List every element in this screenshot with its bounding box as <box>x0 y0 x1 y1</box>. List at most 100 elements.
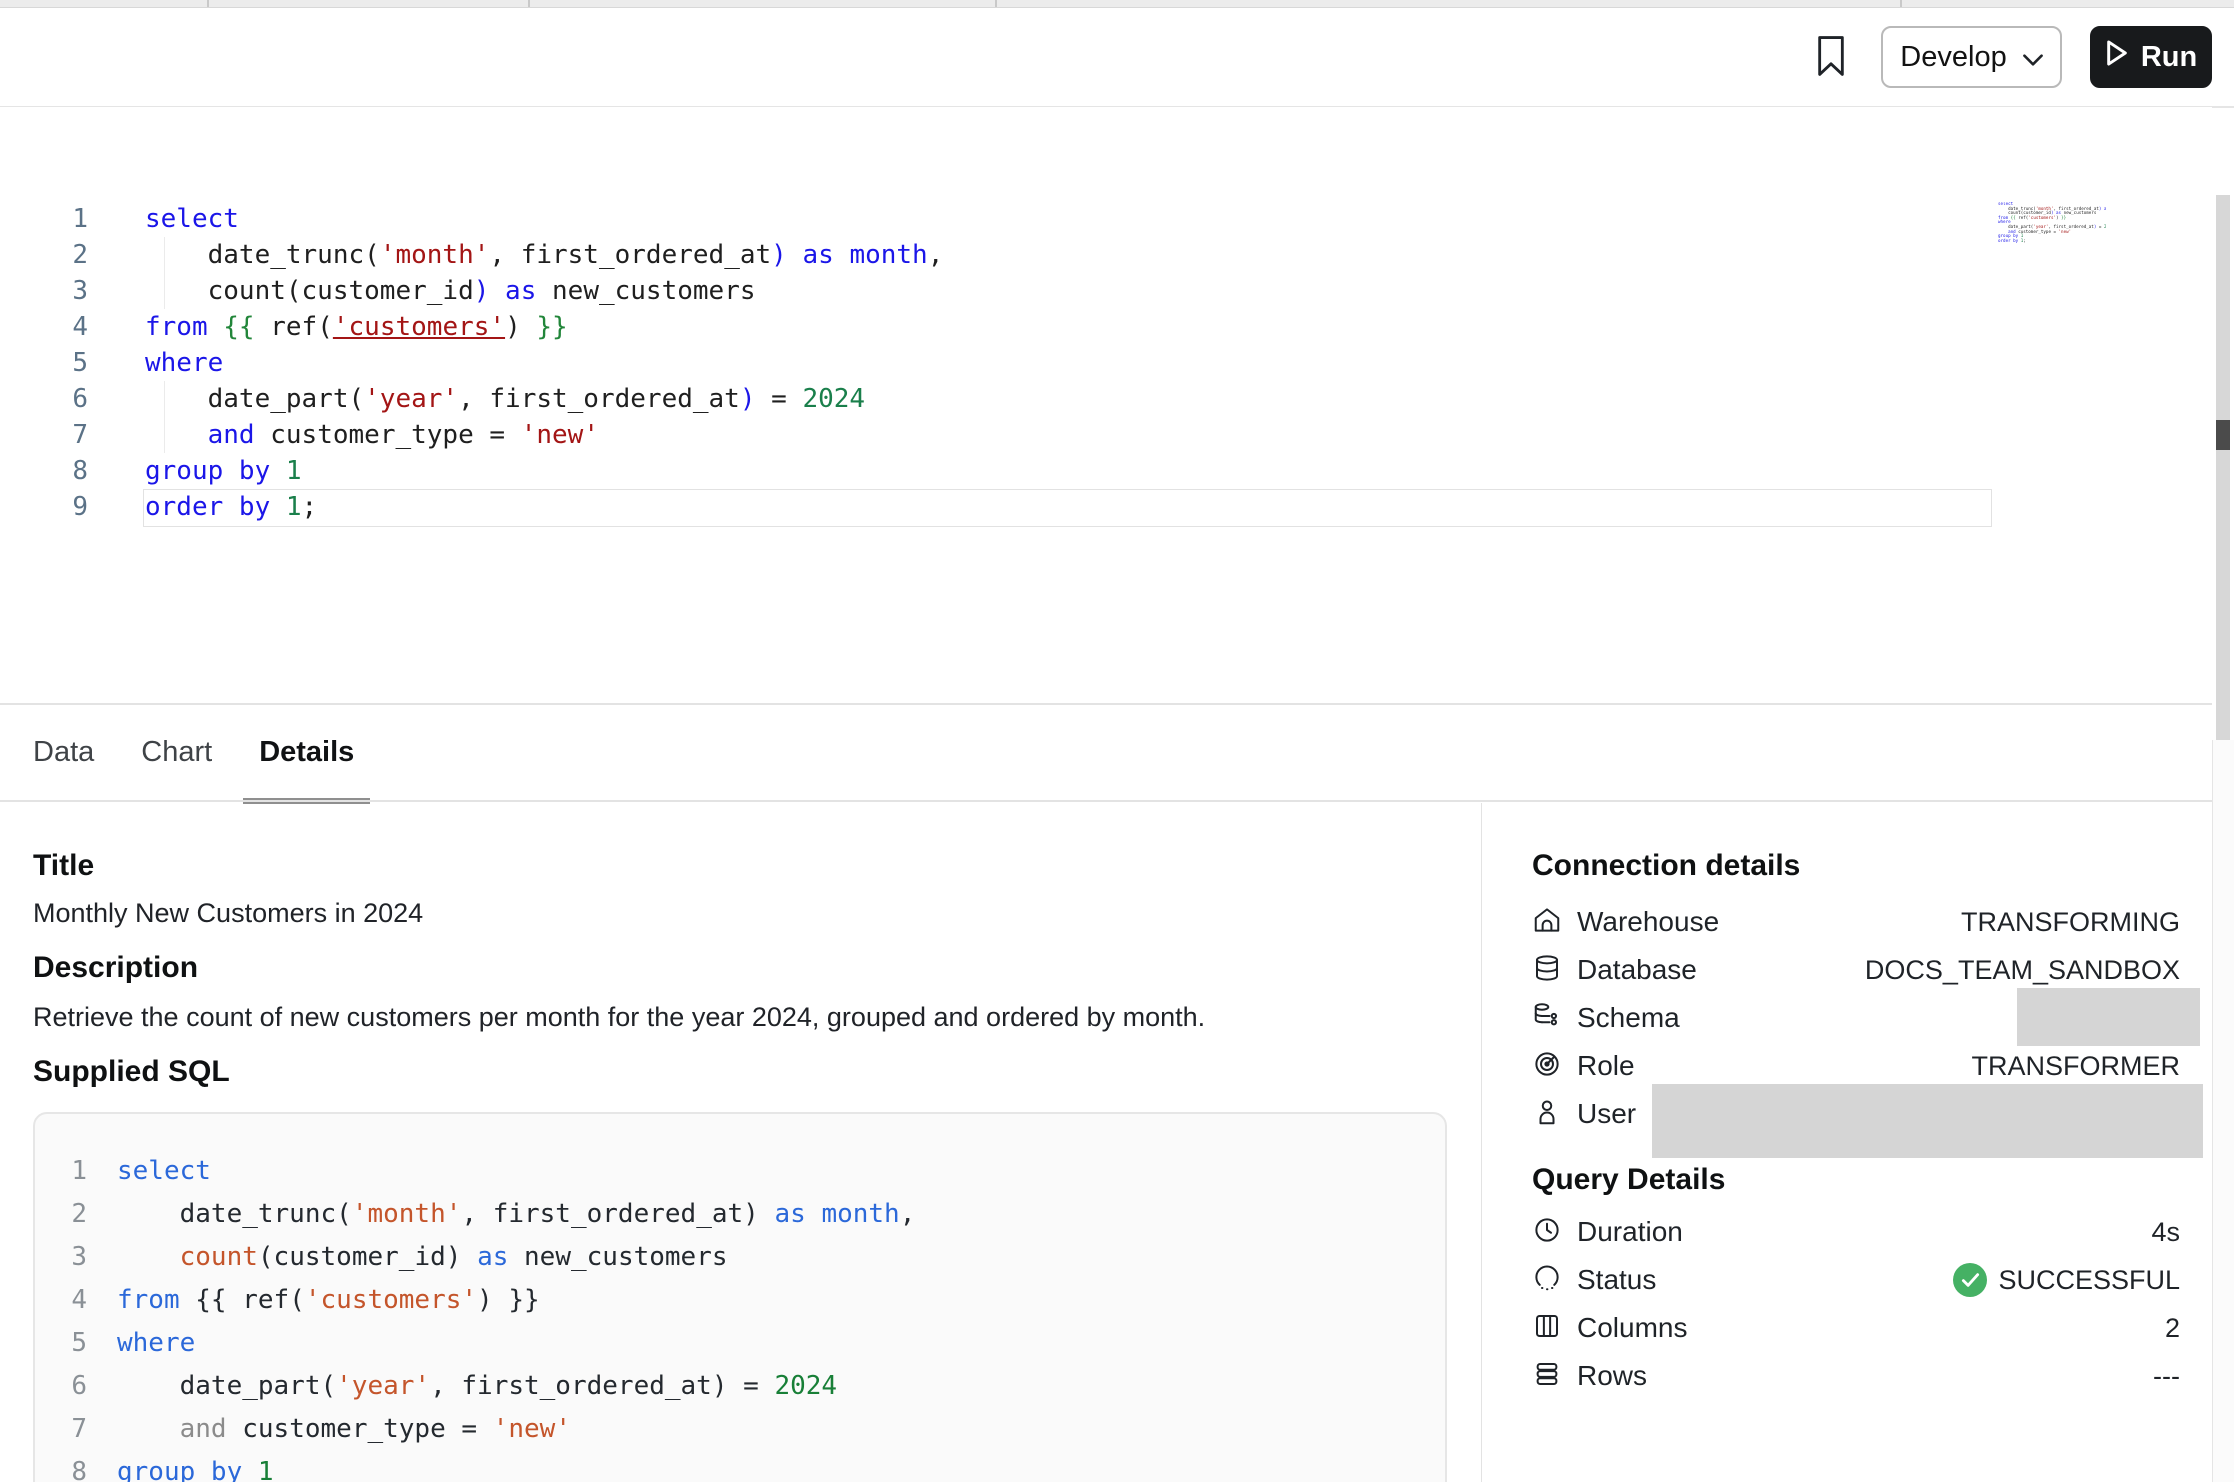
code-line: 1select <box>0 201 2100 237</box>
code-line: 6 date_part('year', first_ordered_at) = … <box>0 381 2100 417</box>
scrollbar-thumb[interactable] <box>2216 420 2230 450</box>
duration-label: Duration <box>1577 1216 1683 1248</box>
code-line: 6 date_part('year', first_ordered_at) = … <box>35 1365 1445 1408</box>
warehouse-row: WarehouseTRANSFORMING <box>1532 898 2180 946</box>
user-redacted-value <box>1652 1084 2203 1158</box>
code-text: from {{ ref('customers') }} <box>145 309 568 345</box>
code-line: 8group by 1 <box>0 453 2100 489</box>
rows-row: Rows --- <box>1532 1352 2180 1400</box>
line-number: 2 <box>35 1193 87 1236</box>
line-number: 8 <box>35 1451 87 1482</box>
code-line: 4from {{ ref('customers') }} <box>35 1279 1445 1322</box>
line-number: 7 <box>35 1408 87 1451</box>
editor-code: 1select2 date_trunc('month', first_order… <box>0 201 2100 525</box>
code-line: 2 date_trunc('month', first_ordered_at) … <box>35 1193 1445 1236</box>
columns-value: 2 <box>2165 1313 2180 1344</box>
columns-label: Columns <box>1577 1312 1687 1344</box>
develop-button[interactable]: Develop <box>1881 26 2062 88</box>
header-bar: Develop Run <box>0 8 2234 108</box>
warehouse-icon <box>1532 905 1562 940</box>
code-line: 2 date_trunc('month', first_ordered_at) … <box>0 237 2100 273</box>
bookmark-button[interactable] <box>1809 29 1853 85</box>
editor-minimap[interactable]: 1select2 date_trunc('month', first_order… <box>1998 202 2106 248</box>
status-row: Status SUCCESSFUL <box>1532 1256 2180 1304</box>
title-heading: Title <box>33 846 94 886</box>
line-number: 5 <box>0 345 88 381</box>
results-tabs: Data Chart Details <box>33 705 354 800</box>
tab-chart[interactable]: Chart <box>141 705 212 800</box>
database-label: Database <box>1577 954 1697 986</box>
sql-editor[interactable]: 1select2 date_trunc('month', first_order… <box>0 107 2212 703</box>
code-text: where <box>117 1322 195 1365</box>
connection-details-heading: Connection details <box>1532 846 1800 886</box>
line-number: 5 <box>35 1322 87 1365</box>
line-number: 9 <box>0 489 88 525</box>
line-number: 3 <box>0 273 88 309</box>
tab-details[interactable]: Details <box>259 705 354 800</box>
line-number: 2 <box>0 237 88 273</box>
database-icon <box>1532 953 1562 988</box>
code-line: 8group by 1 <box>35 1451 1445 1482</box>
role-row: Role TRANSFORMER <box>1532 1042 2180 1090</box>
schema-label: Schema <box>1577 1002 1680 1034</box>
code-text: count(customer_id) as new_customers <box>117 1236 728 1279</box>
chevron-down-icon <box>2023 41 2043 74</box>
code-line: 9order by 1; <box>1998 239 2106 244</box>
code-text: count(customer_id) as new_customers <box>145 273 756 309</box>
title-value: Monthly New Customers in 2024 <box>33 896 423 930</box>
develop-button-label: Develop <box>1900 41 2006 74</box>
success-check-icon <box>1953 1263 1987 1297</box>
status-icon <box>1532 1263 1562 1298</box>
rows-icon <box>1532 1359 1562 1394</box>
rows-label: Rows <box>1577 1360 1647 1392</box>
status-value: SUCCESSFUL <box>1953 1263 2180 1297</box>
right-gutter <box>2212 740 2234 1482</box>
code-line: 3 count(customer_id) as new_customers <box>35 1236 1445 1279</box>
tabs-bottom-border <box>0 800 2212 802</box>
run-button[interactable]: Run <box>2090 26 2212 88</box>
line-number: 6 <box>0 381 88 417</box>
supplied-sql-block: 1select2 date_trunc('month', first_order… <box>33 1112 1447 1482</box>
code-text: date_part('year', first_ordered_at) = 20… <box>145 381 865 417</box>
bookmark-icon <box>1814 34 1848 81</box>
tab-data[interactable]: Data <box>33 705 94 800</box>
code-line: 3 count(customer_id) as new_customers <box>0 273 2100 309</box>
code-text: order by 1; <box>145 489 317 525</box>
role-icon <box>1532 1049 1562 1084</box>
duration-value: 4s <box>2151 1217 2180 1248</box>
code-line: 4from {{ ref('customers') }} <box>0 309 2100 345</box>
code-text: order by 1; <box>1998 239 2026 244</box>
code-text: date_part('year', first_ordered_at) = 20… <box>117 1365 837 1408</box>
columns-row: Columns 2 <box>1532 1304 2180 1352</box>
rows-value: --- <box>2153 1361 2180 1392</box>
tab-separator <box>995 0 997 7</box>
role-label: Role <box>1577 1050 1635 1082</box>
supplied-sql-heading: Supplied SQL <box>33 1052 230 1092</box>
schema-icon <box>1532 1001 1562 1036</box>
status-label: Status <box>1577 1264 1656 1296</box>
code-text: date_trunc('month', first_ordered_at) as… <box>117 1193 915 1236</box>
columns-icon <box>1532 1311 1562 1346</box>
warehouse-value: TRANSFORMING <box>1961 907 2180 938</box>
code-line: 5 where <box>35 1322 1445 1365</box>
line-number: 1 <box>35 1150 87 1193</box>
code-line: 5 where <box>0 345 2100 381</box>
line-number: 4 <box>35 1279 87 1322</box>
code-text: select <box>145 201 239 237</box>
tab-separator <box>528 0 530 7</box>
code-line: 9 order by 1; <box>0 489 2100 525</box>
line-number: 6 <box>35 1365 87 1408</box>
user-icon <box>1532 1097 1562 1132</box>
browser-tab-strip <box>0 0 2234 8</box>
code-text: group by 1 <box>145 453 302 489</box>
database-row: Database DOCS_TEAM_SANDBOX <box>1532 946 2180 994</box>
description-value: Retrieve the count of new customers per … <box>33 1000 1205 1034</box>
role-value: TRANSFORMER <box>1972 1051 2181 1082</box>
query-details-heading: Query Details <box>1532 1160 1725 1200</box>
panel-divider <box>1481 803 1482 1482</box>
code-text: and customer_type = 'new' <box>117 1408 571 1451</box>
scrollbar-track <box>2216 195 2230 740</box>
code-text: where <box>145 345 223 381</box>
tab-separator <box>1900 0 1902 7</box>
database-value: DOCS_TEAM_SANDBOX <box>1865 955 2180 986</box>
